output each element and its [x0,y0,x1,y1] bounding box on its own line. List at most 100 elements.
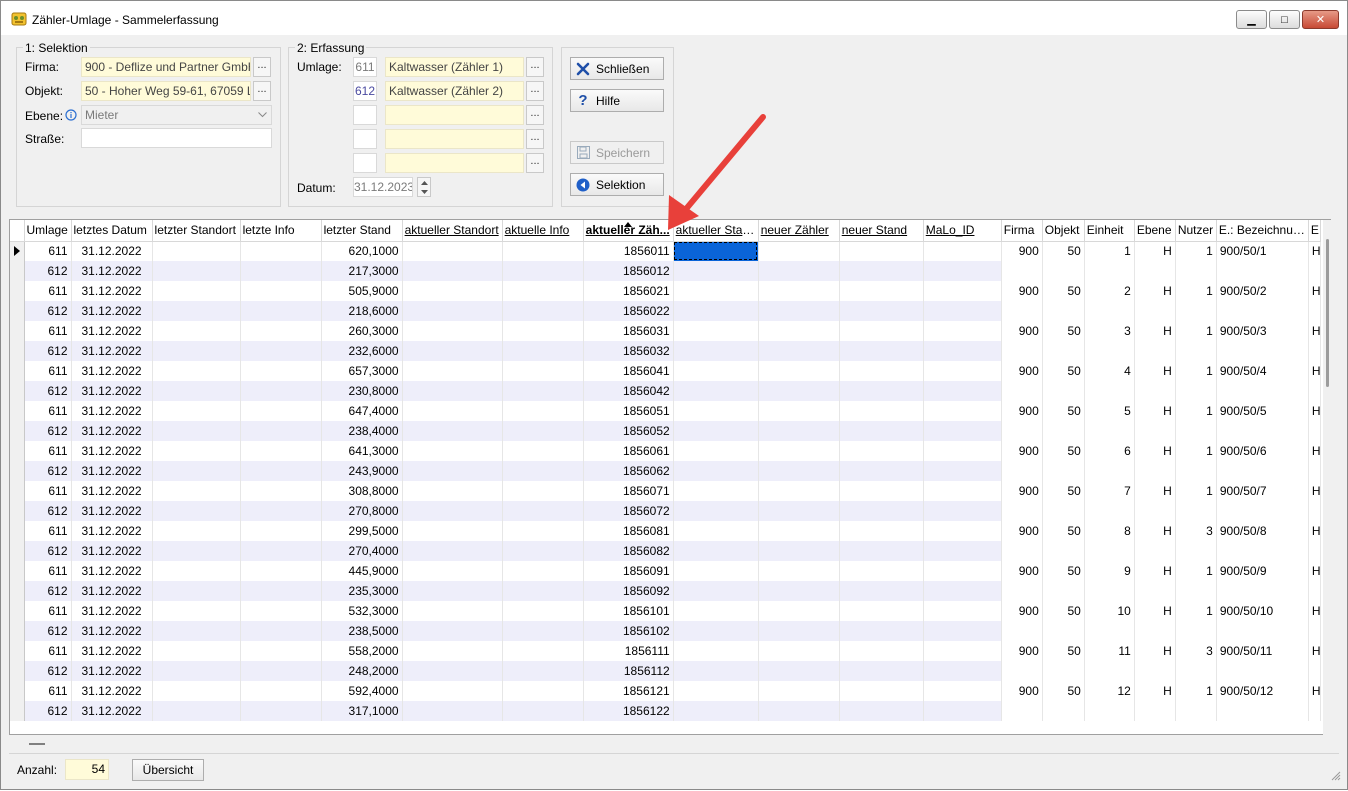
table-row[interactable]: 611 31.12.2022 647,4000 1856051 900 50 5 H 1 900/… [10,401,1322,421]
table-row[interactable]: 611 31.12.2022 260,3000 1856031 900 50 3 H 1 900/… [10,321,1322,341]
close-window-button[interactable]: ✕ [1302,10,1339,29]
row-indicator[interactable] [10,581,25,601]
cell-aktuelle-info[interactable] [502,301,584,321]
row-indicator[interactable] [10,521,25,541]
header-nutzer[interactable]: Nutzer [1175,220,1217,242]
cell-neuer-zaehler[interactable] [758,421,840,441]
cell-aktueller-stand[interactable] [673,461,759,481]
info-icon[interactable] [65,109,77,121]
cell-aktueller-standort[interactable] [402,461,503,481]
cell-malo-id[interactable] [923,461,1002,481]
header-ebene[interactable]: Ebene [1134,220,1176,242]
cell-aktueller-standort[interactable] [402,361,503,381]
header-malo-id[interactable]: MaLo_ID [923,220,1002,242]
header-letzter-standort[interactable]: letzter Standort [152,220,241,242]
cell-malo-id[interactable] [923,581,1002,601]
cell-neuer-stand[interactable] [839,241,924,261]
cell-neuer-zaehler[interactable] [758,401,840,421]
cell-malo-id[interactable] [923,421,1002,441]
cell-aktueller-standort[interactable] [402,421,503,441]
cell-neuer-zaehler[interactable] [758,361,840,381]
schliessen-button[interactable]: Schließen [570,57,664,80]
cell-aktueller-stand[interactable] [673,681,759,701]
cell-aktuelle-info[interactable] [502,341,584,361]
row-indicator[interactable] [10,241,25,261]
cell-neuer-zaehler[interactable] [758,381,840,401]
cell-neuer-zaehler[interactable] [758,261,840,281]
cell-aktueller-standort[interactable] [402,681,503,701]
cell-neuer-zaehler[interactable] [758,341,840,361]
cell-neuer-zaehler[interactable] [758,701,840,721]
header-neuer-stand[interactable]: neuer Stand [839,220,924,242]
cell-neuer-zaehler[interactable] [758,581,840,601]
cell-aktueller-standort[interactable] [402,621,503,641]
header-neuer-zaehler[interactable]: neuer Zähler [758,220,840,242]
row-indicator[interactable] [10,561,25,581]
table-row[interactable]: 612 31.12.2022 218,6000 1856022 [10,301,1322,321]
speichern-button[interactable]: Speichern [570,141,664,164]
cell-aktueller-stand[interactable] [673,701,759,721]
cell-aktuelle-info[interactable] [502,661,584,681]
cell-aktuelle-info[interactable] [502,701,584,721]
row-indicator[interactable] [10,361,25,381]
cell-aktuelle-info[interactable] [502,501,584,521]
umlage-code-3[interactable] [353,105,377,125]
objekt-field[interactable]: 50 - Hoher Weg 59-61, 67059 Lu [81,81,251,101]
cell-malo-id[interactable] [923,261,1002,281]
cell-aktueller-stand[interactable] [673,601,759,621]
cell-neuer-stand[interactable] [839,541,924,561]
cell-malo-id[interactable] [923,361,1002,381]
umlage-lookup-button-5[interactable]: ... [526,153,544,173]
cell-neuer-stand[interactable] [839,401,924,421]
cell-neuer-stand[interactable] [839,641,924,661]
cell-neuer-zaehler[interactable] [758,461,840,481]
table-row[interactable]: 611 31.12.2022 445,9000 1856091 900 50 9 H 1 900/… [10,561,1322,581]
cell-aktueller-standort[interactable] [402,321,503,341]
header-einheit[interactable]: Einheit [1084,220,1135,242]
cell-aktueller-stand[interactable] [673,561,759,581]
cell-aktueller-standort[interactable] [402,401,503,421]
header-aktueller-standort[interactable]: aktueller Standort [402,220,503,242]
cell-malo-id[interactable] [923,321,1002,341]
row-indicator[interactable] [10,301,25,321]
row-indicator[interactable] [10,261,25,281]
cell-aktueller-stand[interactable] [673,301,759,321]
header-bezeichnung[interactable]: E.: Bezeichnung [1216,220,1309,242]
table-row[interactable]: 612 31.12.2022 317,1000 1856122 [10,701,1322,721]
cell-neuer-stand[interactable] [839,501,924,521]
cell-aktuelle-info[interactable] [502,641,584,661]
cell-aktueller-standort[interactable] [402,241,503,261]
cell-malo-id[interactable] [923,241,1002,261]
cell-neuer-stand[interactable] [839,421,924,441]
header-objekt[interactable]: Objekt [1042,220,1085,242]
umlage-lookup-button-2[interactable]: ... [526,81,544,101]
cell-malo-id[interactable] [923,621,1002,641]
table-row[interactable]: 611 31.12.2022 641,3000 1856061 900 50 6 H 1 900/… [10,441,1322,461]
umlage-lookup-button-3[interactable]: ... [526,105,544,125]
umlage-code-1[interactable]: 611 [353,57,377,77]
cell-malo-id[interactable] [923,481,1002,501]
cell-aktuelle-info[interactable] [502,621,584,641]
cell-aktuelle-info[interactable] [502,361,584,381]
minimize-button[interactable]: ▁ [1236,10,1267,29]
cell-malo-id[interactable] [923,341,1002,361]
row-indicator[interactable] [10,541,25,561]
cell-aktuelle-info[interactable] [502,581,584,601]
maximize-button[interactable]: □ [1269,10,1300,29]
cell-neuer-stand[interactable] [839,621,924,641]
header-aktuelle-info[interactable]: aktuelle Info [502,220,584,242]
cell-aktueller-stand[interactable] [673,441,759,461]
cell-neuer-stand[interactable] [839,521,924,541]
table-row[interactable]: 611 31.12.2022 299,5000 1856081 900 50 8 H 3 900/… [10,521,1322,541]
cell-neuer-stand[interactable] [839,441,924,461]
spin-up-icon[interactable] [421,181,428,185]
uebersicht-button[interactable]: Übersicht [132,759,204,781]
table-row[interactable]: 611 31.12.2022 308,8000 1856071 900 50 7 H 1 900/… [10,481,1322,501]
cell-malo-id[interactable] [923,561,1002,581]
umlage-code-5[interactable] [353,153,377,173]
cell-aktueller-stand[interactable] [673,341,759,361]
cell-aktuelle-info[interactable] [502,561,584,581]
cell-neuer-zaehler[interactable] [758,441,840,461]
table-row[interactable]: 611 31.12.2022 532,3000 1856101 900 50 10 H 1 900… [10,601,1322,621]
cell-aktueller-stand[interactable] [673,321,759,341]
